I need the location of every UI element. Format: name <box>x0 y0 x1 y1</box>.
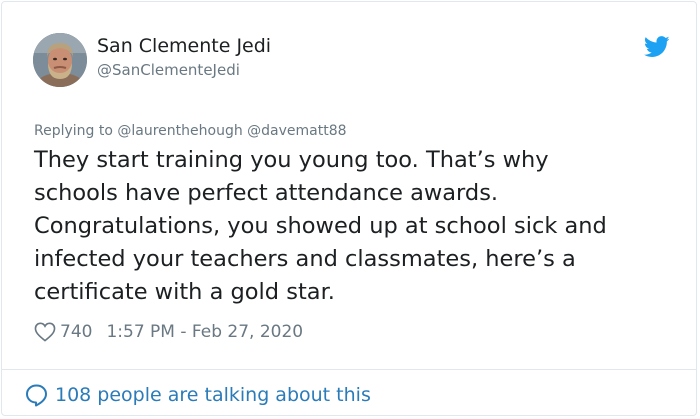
avatar-image <box>33 33 87 87</box>
divider <box>2 369 696 370</box>
timestamp[interactable]: 1:57 PM - Feb 27, 2020 <box>106 322 303 342</box>
tweet-text-line: They start training you young too. That’… <box>34 147 549 173</box>
tweet-text-line: Congratulations, you showed up at school… <box>34 213 607 239</box>
speech-bubble-icon <box>26 384 47 407</box>
replying-to: Replying to @laurenthehough @davematt88 <box>34 122 347 140</box>
tweet-meta: 740 1:57 PM - Feb 27, 2020 <box>34 320 303 344</box>
tweet-text-line: schools have perfect attendance awards. <box>34 180 499 206</box>
heart-icon[interactable] <box>34 322 56 342</box>
reply-mention-davematt88[interactable]: @davematt88 <box>247 123 346 139</box>
avatar[interactable] <box>33 33 87 87</box>
tweet-text: They start training you young too. That’… <box>34 144 674 309</box>
conversation-link[interactable]: 108 people are talking about this <box>24 382 371 408</box>
reply-mention-laurenthehough[interactable]: @laurenthehough <box>117 123 242 139</box>
tweet-text-line: infected your teachers and classmates, h… <box>34 246 576 272</box>
conversation-count-text[interactable]: 108 people are talking about this <box>55 384 371 406</box>
tweet-text-line: certificate with a gold star. <box>34 279 335 305</box>
display-name[interactable]: San Clemente Jedi <box>97 34 271 58</box>
tweet-card: San Clemente Jedi @SanClementeJedi Reply… <box>1 1 697 416</box>
twitter-bird-icon[interactable] <box>644 36 670 58</box>
like-count[interactable]: 740 <box>60 322 92 342</box>
reply-prefix: Replying to <box>34 123 113 139</box>
handle[interactable]: @SanClementeJedi <box>97 60 240 80</box>
